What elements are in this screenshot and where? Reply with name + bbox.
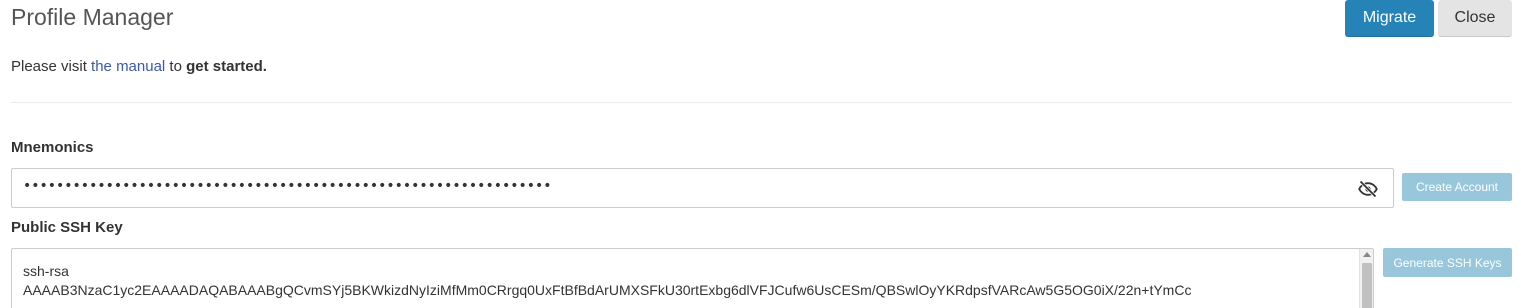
intro-text: Please visit the manual to get started. bbox=[11, 57, 267, 77]
intro-bold: get started. bbox=[186, 58, 267, 75]
scroll-thumb[interactable] bbox=[1362, 263, 1372, 308]
profile-manager-page: Profile Manager Migrate Close Please vis… bbox=[0, 0, 1521, 308]
intro-prefix: Please visit bbox=[11, 58, 92, 75]
mnemonics-masked-value: ••••••••••••••••••••••••••••••••••••••••… bbox=[23, 178, 552, 194]
textarea-scrollbar[interactable] bbox=[1359, 249, 1373, 308]
migrate-button[interactable]: Migrate bbox=[1345, 0, 1434, 37]
ssh-key-textarea[interactable]: ssh-rsa AAAAB3NzaC1yc2EAAAADAQABAAABgQCv… bbox=[11, 248, 1374, 308]
intro-middle: to bbox=[165, 58, 187, 75]
close-button[interactable]: Close bbox=[1438, 0, 1512, 37]
eye-slash-icon[interactable] bbox=[1357, 179, 1379, 199]
mnemonics-label: Mnemonics bbox=[11, 139, 94, 156]
ssh-key-label: Public SSH Key bbox=[11, 219, 123, 236]
divider bbox=[11, 102, 1512, 103]
scroll-up-arrow-icon[interactable] bbox=[1363, 252, 1371, 257]
generate-ssh-keys-button[interactable]: Generate SSH Keys bbox=[1383, 248, 1512, 277]
page-title: Profile Manager bbox=[11, 4, 174, 30]
manual-link[interactable]: the manual bbox=[91, 58, 165, 75]
create-account-button[interactable]: Create Account bbox=[1402, 173, 1512, 201]
ssh-key-value: ssh-rsa AAAAB3NzaC1yc2EAAAADAQABAAABgQCv… bbox=[23, 263, 1192, 298]
mnemonics-input[interactable]: ••••••••••••••••••••••••••••••••••••••••… bbox=[11, 168, 1394, 208]
